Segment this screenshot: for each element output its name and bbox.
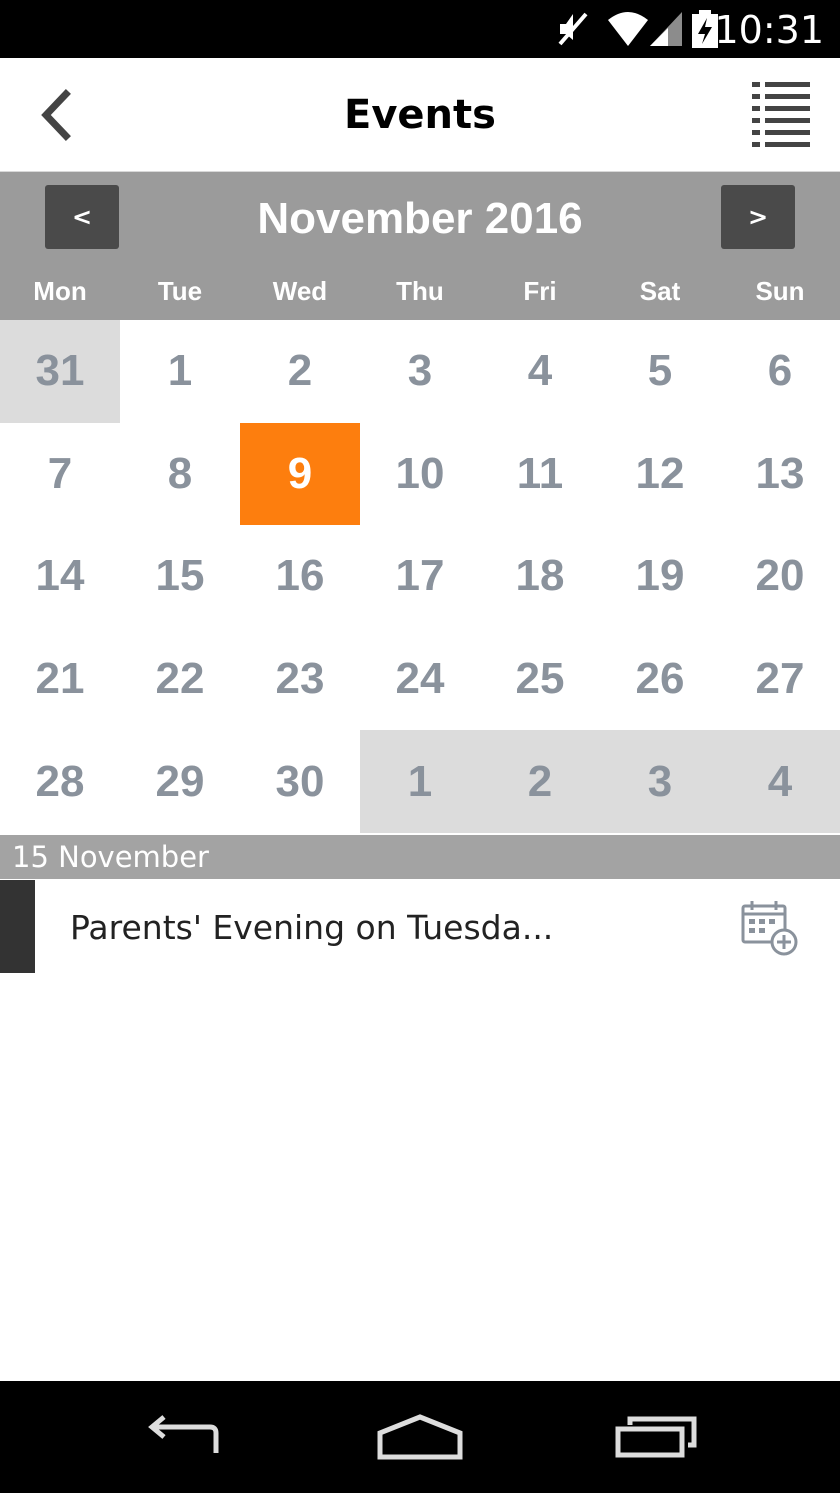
calendar-day[interactable]: 4 (480, 320, 600, 423)
app-bar: Events (0, 58, 840, 172)
calendar-day[interactable]: 12 (600, 423, 720, 526)
calendar-day[interactable]: 10 (360, 423, 480, 526)
weekday-row: Mon Tue Wed Thu Fri Sat Sun (0, 276, 840, 316)
weekday-label: Thu (396, 276, 444, 306)
page-title: Events (344, 92, 496, 138)
calendar-day[interactable]: 11 (480, 423, 600, 526)
recents-nav-icon[interactable] (614, 1413, 698, 1461)
calendar-day[interactable]: 17 (360, 525, 480, 628)
event-list-item[interactable]: Parents' Evening on Tuesda... (0, 880, 840, 973)
weekday-label: Sat (639, 276, 681, 306)
event-color-marker (0, 880, 35, 973)
status-time: 10:31 (714, 8, 824, 52)
back-nav-icon[interactable] (146, 1413, 228, 1461)
calendar-day[interactable]: 8 (120, 423, 240, 526)
month-title: November 2016 (257, 194, 583, 243)
calendar-day[interactable]: 13 (720, 423, 840, 526)
add-to-calendar-button[interactable] (740, 898, 800, 958)
calendar-day[interactable]: 6 (720, 320, 840, 423)
calendar-day-outside-month[interactable]: 1 (360, 730, 480, 833)
wifi-icon (608, 12, 648, 46)
weekday-label: Fri (523, 276, 557, 306)
month-header: < November 2016 > Mon Tue Wed Thu Fri Sa… (0, 172, 840, 320)
weekday-label: Wed (272, 276, 328, 306)
list-view-icon (752, 82, 810, 147)
calendar-day[interactable]: 18 (480, 525, 600, 628)
calendar-day[interactable]: 21 (0, 628, 120, 731)
calendar-day-outside-month[interactable]: 3 (600, 730, 720, 833)
calendar-day[interactable]: 14 (0, 525, 120, 628)
calendar-day[interactable]: 27 (720, 628, 840, 731)
system-nav-bar (0, 1381, 840, 1493)
weekday-label: Sun (755, 276, 805, 306)
status-bar: 10:31 (0, 0, 840, 58)
calendar-day-today[interactable]: 9 (240, 422, 360, 526)
cell-signal-icon (650, 12, 682, 46)
calendar-day[interactable]: 23 (240, 628, 360, 731)
next-month-button[interactable]: > (721, 185, 795, 249)
list-view-button[interactable] (752, 80, 812, 148)
calendar-day[interactable]: 28 (0, 730, 120, 833)
event-date-header: 15 November (0, 835, 840, 879)
calendar-day[interactable]: 3 (360, 320, 480, 423)
calendar-day[interactable]: 24 (360, 628, 480, 731)
calendar-day-outside-month[interactable]: 31 (0, 320, 120, 423)
calendar-day[interactable]: 1 (120, 320, 240, 423)
calendar-day-outside-month[interactable]: 4 (720, 730, 840, 833)
calendar-grid: 31 1 2 3 4 5 6 7 8 9 10 11 12 13 14 15 16 17 18 19 20 21 22 23 2… (0, 320, 840, 833)
calendar-day[interactable]: 25 (480, 628, 600, 731)
calendar-day[interactable]: 5 (600, 320, 720, 423)
calendar-day[interactable]: 20 (720, 525, 840, 628)
mute-icon (558, 12, 588, 46)
weekday-label: Mon (33, 276, 87, 306)
calendar-day[interactable]: 29 (120, 730, 240, 833)
calendar-day[interactable]: 19 (600, 525, 720, 628)
weekday-label: Tue (157, 276, 203, 306)
calendar-day[interactable]: 26 (600, 628, 720, 731)
calendar-day-outside-month[interactable]: 2 (480, 730, 600, 833)
calendar-day[interactable]: 2 (240, 320, 360, 423)
calendar-add-icon (741, 901, 798, 956)
calendar-day[interactable]: 30 (240, 730, 360, 833)
calendar-day[interactable]: 7 (0, 423, 120, 526)
home-nav-icon[interactable] (376, 1413, 464, 1461)
event-title: Parents' Evening on Tuesda... (70, 908, 554, 947)
calendar-day[interactable]: 15 (120, 525, 240, 628)
calendar-day[interactable]: 16 (240, 525, 360, 628)
calendar-day[interactable]: 22 (120, 628, 240, 731)
